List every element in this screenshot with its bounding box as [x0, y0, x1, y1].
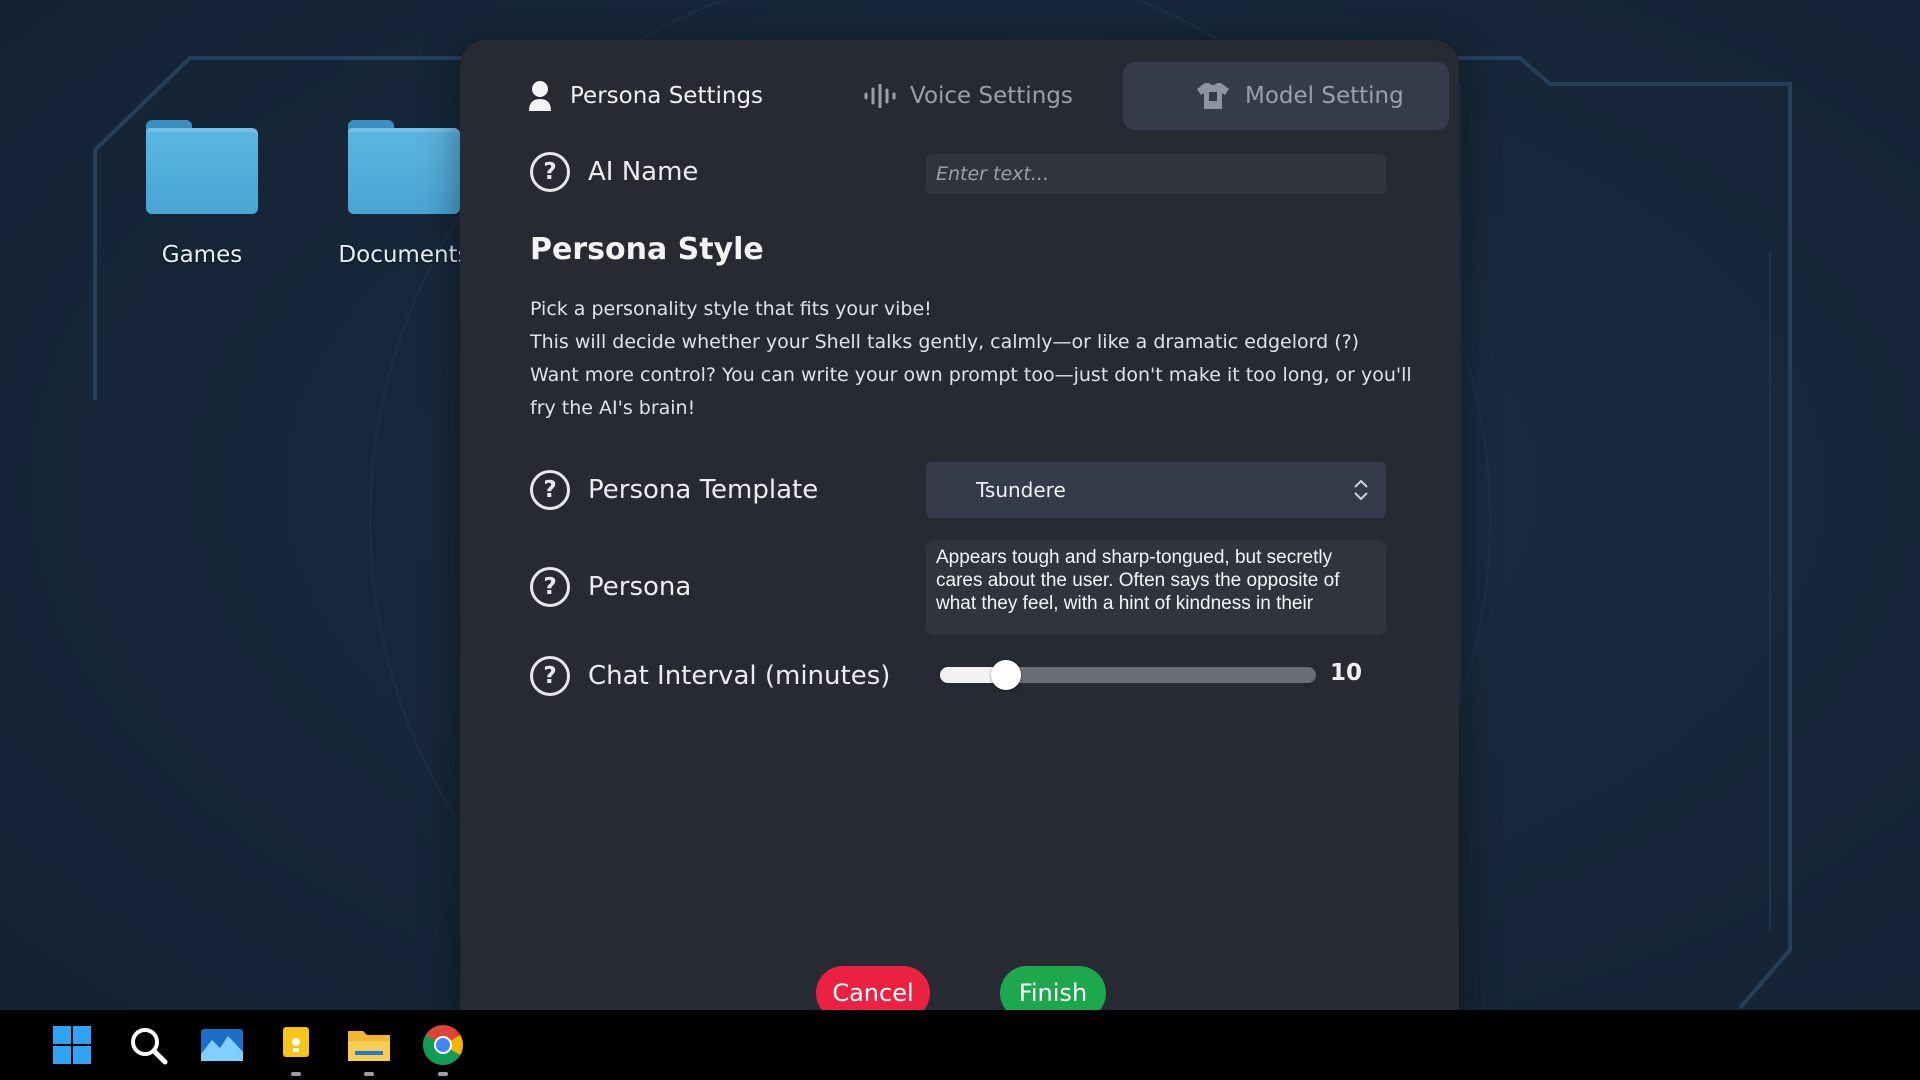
photos-icon[interactable] [194, 1020, 250, 1070]
chat-interval-label: Chat Interval (minutes) [588, 661, 891, 691]
taskbar [0, 1010, 1920, 1080]
voice-wave-icon [850, 62, 910, 130]
persona-textarea[interactable]: Appears tough and sharp-tongued, but sec… [926, 540, 1386, 635]
chat-interval-row: ? Chat Interval (minutes) [530, 656, 890, 696]
windows-start-icon[interactable] [44, 1020, 100, 1070]
desktop-icon-label: Games [161, 242, 243, 268]
help-icon[interactable]: ? [530, 470, 570, 510]
shirt-icon [1183, 62, 1243, 130]
description-line: Want more control? You can write your ow… [530, 364, 1412, 386]
description-line: Pick a personality style that fits your … [530, 298, 932, 320]
search-icon[interactable] [120, 1020, 176, 1070]
help-icon[interactable]: ? [530, 656, 570, 696]
folder-icon [348, 120, 460, 214]
slider-thumb[interactable] [990, 660, 1021, 690]
tab-label: Model Setting [1245, 83, 1404, 109]
desktop-icon-label: Documents [338, 242, 470, 268]
help-icon[interactable]: ? [530, 567, 570, 607]
settings-dialog: Persona Settings Voice Settings Model Se… [460, 40, 1459, 1039]
persona-template-label: Persona Template [588, 475, 819, 505]
tab-persona-settings[interactable]: Persona Settings [510, 62, 770, 130]
chat-interval-value: 10 [1330, 660, 1363, 686]
person-icon [510, 62, 570, 130]
updown-chevron-icon [1354, 479, 1368, 501]
persona-label: Persona [588, 572, 692, 602]
persona-style-title: Persona Style [530, 232, 764, 267]
sticky-notes-icon[interactable] [268, 1020, 324, 1076]
persona-style-description: Pick a personality style that fits your … [530, 293, 1412, 425]
chat-interval-slider[interactable] [940, 660, 1316, 690]
persona-row: ? Persona [530, 567, 691, 607]
tab-label: Persona Settings [570, 83, 764, 109]
ai-name-row: ? AI Name [530, 152, 698, 192]
tab-label: Voice Settings [910, 83, 1073, 109]
ai-name-input[interactable] [926, 154, 1386, 194]
help-icon[interactable]: ? [530, 152, 570, 192]
chrome-icon[interactable] [415, 1020, 471, 1076]
persona-template-select[interactable]: Tsundere [926, 462, 1386, 518]
desktop-icon-games[interactable]: Games [122, 120, 282, 280]
tab-voice-settings[interactable]: Voice Settings [850, 62, 1090, 130]
folder-icon [146, 120, 258, 214]
description-line: This will decide whether your Shell talk… [530, 331, 1360, 353]
persona-template-row: ? Persona Template [530, 470, 818, 510]
file-explorer-icon[interactable] [341, 1020, 397, 1076]
ai-name-label: AI Name [588, 157, 699, 187]
description-line: fry the AI's brain! [530, 397, 696, 419]
tab-model-setting[interactable]: Model Setting [1123, 62, 1449, 130]
selected-value: Tsundere [976, 478, 1066, 502]
